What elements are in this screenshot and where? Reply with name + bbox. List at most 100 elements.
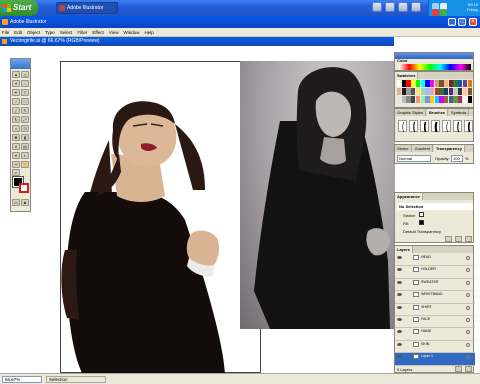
messenger-icon[interactable] [440, 9, 447, 16]
scale-tool-icon[interactable]: ⤢ [21, 116, 29, 123]
maximize-button[interactable]: □ [458, 18, 466, 26]
menu-effect[interactable]: Effect [92, 30, 103, 35]
layer-row[interactable]: FACE [395, 316, 475, 329]
layer-row[interactable]: HAND [395, 328, 475, 341]
pencil-tool-icon[interactable]: ✎ [21, 107, 29, 114]
new-layer-button[interactable] [455, 366, 462, 372]
paintbrush-tool-icon[interactable]: ʃ [12, 107, 20, 114]
brush-swatch[interactable] [409, 120, 418, 133]
menu-filter[interactable]: Filter [77, 30, 87, 35]
layer-target-icon[interactable] [466, 330, 470, 335]
tab-graphic-styles[interactable]: Graphic Styles [395, 109, 427, 116]
visibility-eye-icon[interactable] [397, 342, 402, 346]
brush-swatch[interactable] [464, 120, 473, 133]
layer-target-icon[interactable] [466, 318, 470, 322]
tab-brushes[interactable]: Brushes [427, 109, 449, 116]
layer-row[interactable]: Layer 1 [395, 353, 475, 366]
color-spectrum[interactable] [399, 64, 471, 70]
menu-window[interactable]: Window [123, 30, 139, 35]
color-swatch[interactable] [467, 96, 472, 103]
taskbar-item-illustrator[interactable]: Adobe Illustrator [56, 2, 118, 14]
rotate-tool-icon[interactable]: ↻ [12, 116, 20, 123]
gradient-tool-icon[interactable]: ▤ [21, 143, 29, 150]
visibility-eye-icon[interactable] [397, 305, 402, 309]
clock[interactable]: 00:10 Friday [467, 2, 478, 12]
menu-type[interactable]: Type [45, 30, 55, 35]
pen-tool-icon[interactable]: ✒ [12, 89, 20, 96]
appearance-tab[interactable]: Appearance [395, 193, 423, 200]
layers-tab[interactable]: Layers [395, 246, 413, 253]
mesh-tool-icon[interactable]: # [12, 143, 20, 150]
layer-row[interactable]: SHIRT [395, 304, 475, 316]
color-swatch[interactable] [467, 88, 472, 95]
menu-edit[interactable]: Edit [14, 30, 22, 35]
tab-gradient[interactable]: Gradient [413, 145, 433, 152]
stroke-swatch[interactable] [419, 212, 424, 217]
eyedropper-tool-icon[interactable]: ⌖ [12, 152, 20, 159]
close-button[interactable]: × [469, 18, 477, 26]
selection-tool-icon[interactable]: ▲ [12, 71, 20, 78]
zoom-tool-icon[interactable]: ⌕ [12, 169, 20, 176]
brush-swatch[interactable] [442, 120, 451, 133]
security-icon[interactable] [432, 9, 439, 16]
delete-item-button[interactable] [455, 236, 462, 242]
layer-target-icon[interactable] [466, 256, 470, 260]
type-tool-icon[interactable]: T [21, 89, 29, 96]
brush-swatch[interactable] [431, 120, 440, 133]
layer-row[interactable]: SWEATER [395, 279, 475, 292]
zoom-field[interactable]: 66.67% [2, 376, 42, 383]
document-icon[interactable] [411, 2, 421, 12]
visibility-eye-icon[interactable] [397, 318, 402, 321]
app-title-bar[interactable]: Adobe Illustrator _ □ × [0, 16, 480, 28]
visibility-eye-icon[interactable] [397, 280, 402, 284]
layer-target-icon[interactable] [466, 280, 470, 285]
layer-row[interactable]: HEAD [395, 254, 475, 267]
color-mode-icon[interactable]: ■ [21, 199, 29, 206]
menu-object[interactable]: Object [27, 30, 40, 35]
layer-target-icon[interactable] [466, 305, 470, 310]
lasso-tool-icon[interactable]: ◌ [21, 80, 29, 87]
scissors-tool-icon[interactable]: ✂ [12, 161, 20, 168]
swatches-tab[interactable]: Swatches [395, 72, 419, 79]
document-title-bar[interactable]: Vectorgirile.ai @ 66.67% (RGB/Preview) [0, 37, 394, 46]
computer-icon[interactable] [372, 2, 382, 12]
start-button[interactable]: Start [0, 0, 38, 16]
brush-swatch[interactable] [398, 120, 407, 133]
hand-tool-icon[interactable]: ✋ [21, 161, 29, 168]
visibility-eye-icon[interactable] [397, 293, 402, 297]
menu-help[interactable]: Help [144, 30, 153, 35]
graph-tool-icon[interactable]: ▮ [21, 134, 29, 141]
brush-swatch[interactable] [420, 120, 429, 133]
opacity-input[interactable]: 100 [451, 155, 463, 162]
toolbox-header[interactable] [11, 59, 30, 69]
layer-target-icon[interactable] [466, 293, 470, 298]
reference-photo[interactable] [240, 61, 395, 329]
status-tool-field[interactable]: Selection [46, 376, 106, 383]
fill-swatch[interactable] [419, 220, 424, 225]
recycle-icon[interactable] [398, 2, 408, 12]
direct-selection-tool-icon[interactable]: △ [21, 71, 29, 78]
brush-swatch[interactable] [453, 120, 462, 133]
color-swatch[interactable] [467, 80, 472, 87]
visibility-eye-icon[interactable] [397, 268, 402, 272]
visibility-eye-icon[interactable] [397, 355, 402, 359]
layer-row[interactable]: HOLDER [395, 266, 475, 279]
layer-row[interactable]: WRISTBAND [395, 291, 475, 304]
blend-tool-icon[interactable]: ◐ [21, 152, 29, 159]
free-transform-tool-icon[interactable]: ⊡ [21, 125, 29, 132]
rectangle-tool-icon[interactable]: □ [21, 98, 29, 105]
panel-menu-button[interactable] [465, 236, 472, 242]
line-tool-icon[interactable]: / [12, 98, 20, 105]
visibility-eye-icon[interactable] [397, 256, 402, 259]
layer-target-icon[interactable] [466, 268, 470, 273]
tab-transparency[interactable]: Transparency [433, 145, 465, 152]
color-tab[interactable]: Color [397, 58, 407, 63]
layer-row[interactable]: SKIN [395, 341, 475, 354]
screen-mode-icon[interactable]: ▭ [12, 199, 20, 206]
symbol-sprayer-tool-icon[interactable]: ✺ [12, 134, 20, 141]
minimize-button[interactable]: _ [448, 18, 456, 26]
tab-stroke[interactable]: Stroke [395, 145, 412, 152]
menu-file[interactable]: File [2, 30, 9, 35]
visibility-eye-icon[interactable] [397, 330, 402, 334]
layer-target-icon[interactable] [466, 342, 470, 347]
